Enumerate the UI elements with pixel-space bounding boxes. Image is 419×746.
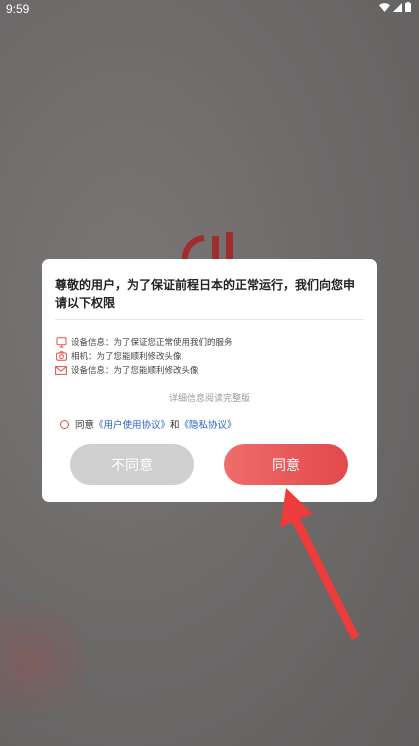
app-background: 9:59 尊敬的用户，为了保证前程日本的正常运行，我们向您申请以下权限 设备信息… bbox=[0, 0, 419, 746]
agree-button[interactable]: 同意 bbox=[224, 444, 348, 485]
list-item: 设备信息：为了保证您正常使用我们的服务 bbox=[54, 335, 233, 349]
camera-icon bbox=[54, 350, 68, 362]
status-time: 9:59 bbox=[6, 2, 30, 16]
disagree-button[interactable]: 不同意 bbox=[70, 444, 194, 485]
privacy-agreement-link[interactable]: 《隐私协议》 bbox=[180, 417, 237, 431]
list-item: 相机：为了您能顺利修改头像 bbox=[54, 349, 233, 363]
read-more-link[interactable]: 详细信息阅读完整版 bbox=[42, 391, 377, 404]
status-icons bbox=[379, 2, 411, 12]
dialog-title: 尊敬的用户，为了保证前程日本的正常运行，我们向您申请以下权限 bbox=[55, 278, 356, 310]
battery-icon bbox=[405, 2, 411, 12]
mail-icon bbox=[54, 364, 68, 376]
agreement-row: 同意 《用户使用协议》 和 《隐私协议》 bbox=[60, 417, 237, 431]
and-text: 和 bbox=[170, 420, 180, 431]
agree-radio[interactable] bbox=[60, 419, 69, 429]
list-item: 设备信息：为了您能顺利修改头像 bbox=[54, 363, 233, 377]
divider bbox=[55, 319, 364, 320]
permission-text: 相机：为了您能顺利修改头像 bbox=[71, 352, 182, 362]
signal-icon bbox=[393, 2, 402, 12]
permission-dialog: 尊敬的用户，为了保证前程日本的正常运行，我们向您申请以下权限 设备信息：为了保证… bbox=[42, 259, 377, 502]
permission-text: 设备信息：为了您能顺利修改头像 bbox=[71, 366, 199, 376]
status-bar: 9:59 bbox=[0, 0, 419, 18]
wifi-icon bbox=[379, 2, 390, 12]
permission-text: 设备信息：为了保证您正常使用我们的服务 bbox=[71, 338, 233, 348]
user-agreement-link[interactable]: 《用户使用协议》 bbox=[94, 417, 170, 431]
agree-prefix: 同意 bbox=[75, 420, 95, 431]
permission-list: 设备信息：为了保证您正常使用我们的服务 相机：为了您能顺利修改头像 设备信息：为… bbox=[54, 335, 233, 377]
monitor-icon bbox=[54, 336, 68, 348]
background-glow bbox=[0, 600, 100, 720]
